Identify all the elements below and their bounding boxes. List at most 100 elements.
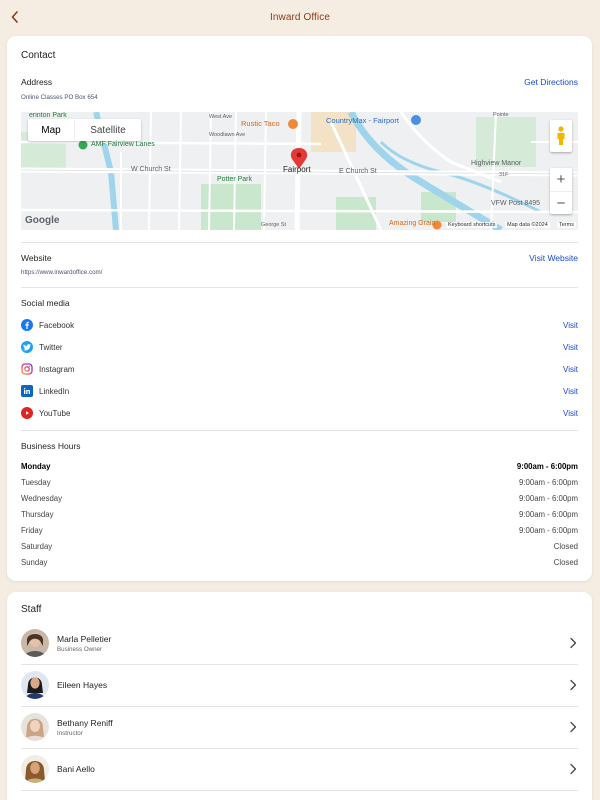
google-logo: Google (25, 215, 60, 226)
page-title: Inward Office (269, 12, 331, 23)
map-view-button[interactable]: Map (28, 119, 74, 141)
visit-website-link[interactable]: Visit Website (529, 253, 578, 263)
chevron-left-icon (11, 11, 18, 23)
social-row-twitter: Twitter Visit (21, 339, 578, 355)
divider (21, 790, 578, 791)
pegman-icon (557, 126, 565, 145)
divider (21, 242, 578, 243)
get-directions-link[interactable]: Get Directions (524, 77, 578, 87)
linkedin-visit-link[interactable]: Visit (563, 387, 578, 396)
hours-day: Friday (21, 525, 43, 535)
hours-time: Closed (553, 557, 578, 567)
staff-card: Staff Marla Pelletier Business Owner Eil… (7, 592, 592, 800)
chevron-right-icon (570, 679, 577, 691)
contact-title: Contact (21, 50, 56, 61)
twitter-icon (21, 341, 33, 353)
staff-role: Business Owner (57, 645, 103, 653)
social-row-youtube: YouTube Visit (21, 405, 578, 421)
map-street-label: W Church St (131, 166, 171, 173)
hours-time: 9:00am - 6:00pm (519, 509, 578, 519)
website-label: Website (21, 253, 52, 263)
staff-row[interactable]: Marla Pelletier Business Owner (21, 622, 578, 664)
instagram-visit-link[interactable]: Visit (563, 365, 578, 374)
hours-time: 9:00am - 6:00pm (519, 525, 578, 535)
map-street-label: E Church St (339, 168, 377, 175)
instagram-icon (21, 363, 33, 375)
hours-day: Thursday (21, 509, 54, 519)
map-street-label: 31F (499, 172, 509, 178)
zoom-control: + − (550, 168, 572, 214)
hours-time: Closed (553, 541, 578, 551)
staff-row[interactable]: Bethany Reniff Instructor (21, 706, 578, 748)
map-street-label: George St (261, 222, 287, 228)
staff-row[interactable]: Eileen Hayes (21, 664, 578, 706)
map-place-label: Fairport (283, 165, 311, 174)
map-place-label: VFW Post 8495 (491, 200, 541, 207)
divider (21, 430, 578, 431)
youtube-visit-link[interactable]: Visit (563, 409, 578, 418)
back-button[interactable] (4, 6, 26, 28)
social-name: Twitter (39, 342, 63, 352)
youtube-icon (21, 407, 33, 419)
map-place-label: CountryMax - Fairport (326, 116, 399, 125)
chevron-right-icon (570, 721, 577, 733)
avatar (21, 671, 49, 699)
app-header: Inward Office (0, 0, 600, 35)
map-data-attribution: Map data ©2024 (505, 222, 550, 228)
divider (21, 287, 578, 288)
chevron-right-icon (570, 637, 577, 649)
hours-row: Sunday Closed (21, 555, 578, 569)
website-url: https://www.inwardoffice.com/ (21, 269, 103, 276)
social-row-linkedin: LinkedIn Visit (21, 383, 578, 399)
hours-day: Wednesday (21, 493, 63, 503)
map-street-label: West Ave (209, 114, 233, 120)
staff-name: Eileen Hayes (57, 680, 108, 690)
zoom-in-button[interactable]: + (550, 168, 572, 191)
zoom-out-button[interactable]: − (550, 191, 572, 214)
hours-row: Tuesday 9:00am - 6:00pm (21, 475, 578, 489)
address-value: Online Classes PO Box 654 (21, 94, 98, 101)
chevron-right-icon (570, 763, 577, 775)
satellite-view-button[interactable]: Satellite (74, 119, 141, 141)
twitter-visit-link[interactable]: Visit (563, 343, 578, 352)
hours-row: Thursday 9:00am - 6:00pm (21, 507, 578, 521)
hours-time: 9:00am - 6:00pm (519, 477, 578, 487)
map-place-label: AMF Fairview Lanes (91, 141, 155, 148)
map-place-label: Potter Park (217, 176, 253, 183)
address-label: Address (21, 77, 53, 87)
map-street-label: Woodlawn Ave (209, 132, 246, 138)
map-street-label: Pointe (493, 112, 509, 118)
social-name: Facebook (39, 320, 75, 330)
business-hours-label: Business Hours (21, 441, 81, 451)
contact-card: Contact Address Get Directions Online Cl… (7, 36, 592, 581)
location-map[interactable]: Map Satellite Rustic Taco CountryMax - F… (21, 112, 578, 230)
keyboard-shortcuts-link[interactable]: Keyboard shortcuts (446, 222, 498, 228)
map-place-label: Amazing Grain (389, 220, 436, 227)
staff-name: Bani Aello (57, 764, 95, 774)
map-type-toggle: Map Satellite (28, 119, 141, 141)
staff-role: Instructor (57, 729, 83, 737)
facebook-visit-link[interactable]: Visit (563, 321, 578, 330)
hours-day: Monday (21, 461, 51, 471)
map-place-label: Rustic Taco (241, 119, 280, 128)
social-name: YouTube (39, 408, 71, 418)
hours-day: Sunday (21, 557, 48, 567)
avatar (21, 629, 49, 657)
social-row-facebook: Facebook Visit (21, 317, 578, 333)
social-row-instagram: Instagram Visit (21, 361, 578, 377)
street-view-button[interactable] (550, 120, 572, 152)
avatar (21, 755, 49, 783)
staff-title: Staff (21, 604, 42, 615)
hours-row: Friday 9:00am - 6:00pm (21, 523, 578, 537)
avatar (21, 713, 49, 741)
staff-name: Bethany Reniff (57, 717, 113, 728)
hours-row: Monday 9:00am - 6:00pm (21, 459, 578, 473)
social-name: Instagram (39, 364, 75, 374)
facebook-icon (21, 319, 33, 331)
map-place-label: Highview Manor (471, 160, 522, 167)
hours-time: 9:00am - 6:00pm (516, 461, 578, 471)
hours-day: Tuesday (21, 477, 51, 487)
terms-link[interactable]: Terms (557, 222, 576, 228)
linkedin-icon (21, 385, 33, 397)
staff-row[interactable]: Bani Aello (21, 748, 578, 790)
